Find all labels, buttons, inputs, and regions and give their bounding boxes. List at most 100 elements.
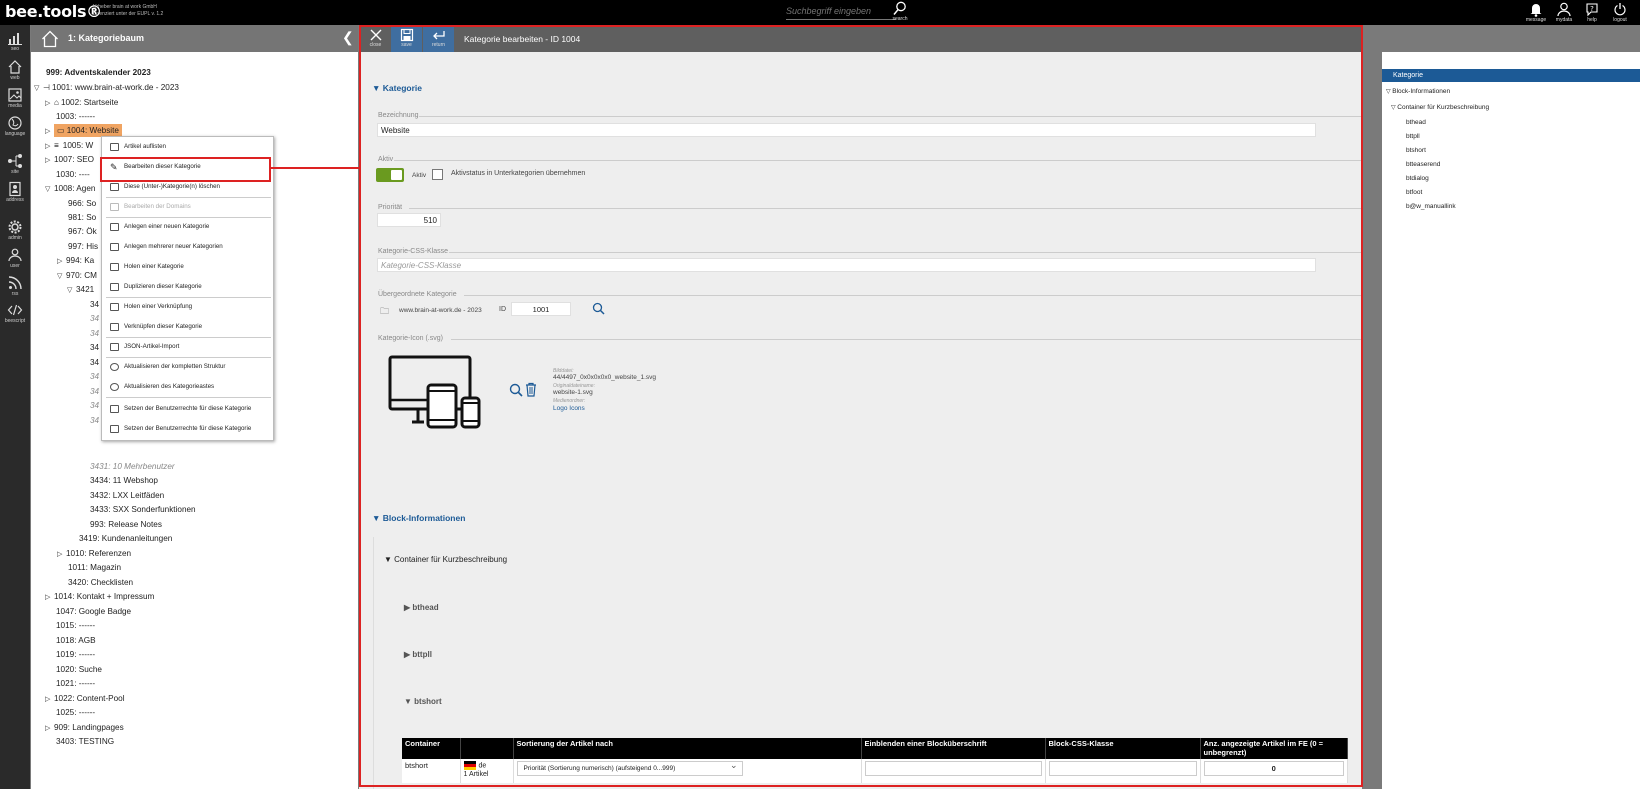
container-toggle[interactable]: ▼ Container für Kurzbeschreibung xyxy=(384,555,507,564)
tree-item[interactable]: 34 xyxy=(90,370,99,383)
tree-item[interactable]: ▽ 1008: Agen xyxy=(45,182,95,195)
block-btshort-toggle[interactable]: ▼ btshort xyxy=(404,697,442,706)
tree-item[interactable]: 34 xyxy=(90,312,99,325)
menu-item-fetch-category[interactable]: Holen einer Kategorie xyxy=(102,257,273,277)
tree-item[interactable]: 967: Ök xyxy=(68,225,97,238)
collapse-panel-icon[interactable]: ❮ xyxy=(342,29,354,46)
nav-media[interactable]: media xyxy=(0,87,30,109)
outline-item[interactable]: b@w_manuallink xyxy=(1406,203,1456,210)
menu-item-fetch-link[interactable]: Holen einer Verknüpfung xyxy=(102,297,273,317)
tree-item[interactable]: 981: So xyxy=(68,211,96,224)
aktivstatus-checkbox[interactable] xyxy=(432,169,443,180)
save-button[interactable]: save xyxy=(391,25,422,52)
tree-item[interactable]: 3434: 11 Webshop xyxy=(90,474,158,487)
zoom-icon[interactable] xyxy=(509,383,523,397)
outline-item[interactable]: btshort xyxy=(1406,147,1426,154)
tree-item[interactable]: 34 xyxy=(90,356,99,369)
trash-icon[interactable] xyxy=(525,382,537,397)
tree-item[interactable]: 966: So xyxy=(68,197,96,210)
tree-item[interactable]: ▷ 1007: SEO xyxy=(45,153,94,166)
tree-item[interactable]: ▷ 1010: Referenzen xyxy=(57,547,131,560)
folder-link[interactable]: Logo Icons xyxy=(553,405,585,412)
outline-item[interactable]: ▽ Container für Kurzbeschreibung xyxy=(1391,104,1489,111)
logout-button[interactable]: logout xyxy=(1608,1,1632,24)
expand-icon[interactable]: ▷ xyxy=(45,722,54,735)
nav-user[interactable]: user xyxy=(0,247,30,269)
tree-item[interactable]: 993: Release Notes xyxy=(90,518,162,531)
tree-item[interactable]: 34 xyxy=(90,399,99,412)
folder-icon[interactable]: 🗀 xyxy=(380,304,389,320)
tree-item[interactable]: 3420: Checklisten xyxy=(68,576,133,589)
outline-item[interactable]: btteaserend xyxy=(1406,161,1440,168)
sort-select[interactable]: Priorität (Sortierung numerisch) (aufste… xyxy=(516,759,743,776)
tree-item[interactable]: ▷ 994: Ka xyxy=(57,254,94,267)
tree-item[interactable]: 1011: Magazin xyxy=(68,561,121,574)
tree-item[interactable]: ▷ 909: Landingpages xyxy=(45,721,124,734)
nav-web[interactable]: web xyxy=(0,59,30,81)
section-block-toggle[interactable]: ▼ Block-Informationen xyxy=(372,513,465,523)
expand-icon[interactable]: ▷ xyxy=(45,125,54,138)
close-button[interactable]: close xyxy=(360,25,391,52)
menu-item-new-category[interactable]: Anlegen einer neuen Kategorie xyxy=(102,217,273,237)
tree-item[interactable]: ▷ 1022: Content-Pool xyxy=(45,692,125,705)
help-button[interactable]: ? help xyxy=(1580,1,1604,24)
menu-item-json-import[interactable]: JSON-Artikel-Import xyxy=(102,337,273,357)
tree-item[interactable]: 1003: ------ xyxy=(56,110,95,123)
mydata-button[interactable]: mydata xyxy=(1552,1,1576,24)
section-kategorie-toggle[interactable]: ▼ Kategorie xyxy=(372,83,422,93)
bezeichnung-input[interactable] xyxy=(377,123,1316,137)
tree-item[interactable]: 1030: ---- xyxy=(56,168,90,181)
tree-item[interactable]: ▷ ≡ 1005: W xyxy=(45,139,93,152)
nav-rss[interactable]: rss xyxy=(0,275,30,297)
outline-item[interactable]: btfoot xyxy=(1406,189,1422,196)
menu-item-refresh-structure[interactable]: Aktualisieren der kompletten Struktur xyxy=(102,357,273,377)
tree-item[interactable]: 997: His xyxy=(68,240,98,253)
tree-item[interactable]: 3431: 10 Mehrbenutzer xyxy=(90,460,175,473)
collapse-icon[interactable]: ▽ xyxy=(57,270,66,283)
menu-item-set-rights-2[interactable]: Setzen der Benutzerrechte für diese Kate… xyxy=(102,419,273,439)
tree-item[interactable]: 1020: Suche xyxy=(56,663,102,676)
block-css-input[interactable] xyxy=(1048,761,1197,776)
nav-admin[interactable]: admin xyxy=(0,219,30,241)
outline-item[interactable]: bttpll xyxy=(1406,133,1420,140)
message-button[interactable]: message xyxy=(1524,1,1548,24)
collapse-icon[interactable]: ▽ xyxy=(67,284,76,297)
expand-icon[interactable]: ▷ xyxy=(45,97,54,110)
outline-item[interactable]: ▽ Block-Informationen xyxy=(1386,88,1450,95)
search-input[interactable] xyxy=(786,6,896,16)
tree-item[interactable]: 34 xyxy=(90,327,99,340)
tree-item[interactable]: 1015: ------ xyxy=(56,619,95,632)
id-input[interactable] xyxy=(511,302,571,316)
heading-input[interactable] xyxy=(864,761,1042,776)
tree-item[interactable]: 34 xyxy=(90,341,99,354)
nav-address[interactable]: address xyxy=(0,181,30,203)
return-button[interactable]: return xyxy=(423,25,454,52)
tree-item[interactable]: 1021: ------ xyxy=(56,677,95,690)
tree-item[interactable]: 3419: Kundenanleitungen xyxy=(79,532,172,545)
outline-item[interactable]: bthead xyxy=(1406,119,1426,126)
outline-item[interactable]: btdialog xyxy=(1406,175,1429,182)
tree-item[interactable]: ▷ 1014: Kontakt + Impressum xyxy=(45,590,154,603)
tree-item[interactable]: ▽ 3421 xyxy=(67,283,94,296)
app-logo[interactable]: bee.tools® xyxy=(5,2,102,21)
home-icon[interactable] xyxy=(41,30,59,48)
menu-item-duplicate[interactable]: Duplizieren dieser Kategorie xyxy=(102,277,273,297)
tree-item[interactable]: 3432: LXX Leitfäden xyxy=(90,489,164,502)
tree-item[interactable]: 1018: AGB xyxy=(56,634,96,647)
menu-item-new-categories[interactable]: Anlegen mehrerer neuer Kategorien xyxy=(102,237,273,257)
limit-input[interactable]: 0 xyxy=(1203,761,1344,776)
nav-seo[interactable]: seo xyxy=(0,30,30,52)
menu-item-list-articles[interactable]: Artikel auflisten xyxy=(102,137,273,157)
search-icon[interactable] xyxy=(592,302,605,315)
aktiv-toggle[interactable] xyxy=(376,168,404,182)
tree-item[interactable]: 999: Adventskalender 2023 xyxy=(46,66,151,79)
expand-icon[interactable]: ▷ xyxy=(45,693,54,706)
collapse-icon[interactable]: ▽ xyxy=(45,183,54,196)
expand-icon[interactable]: ▷ xyxy=(45,140,54,153)
menu-item-set-rights[interactable]: Setzen der Benutzerrechte für diese Kate… xyxy=(102,399,273,419)
collapse-icon[interactable]: ▽ xyxy=(34,82,43,95)
tree-item[interactable]: 1019: ------ xyxy=(56,648,95,661)
tree-item[interactable]: 3403: TESTING xyxy=(56,735,114,748)
nav-beescript[interactable]: beescript xyxy=(0,302,30,324)
prioritaet-input[interactable] xyxy=(377,213,441,227)
